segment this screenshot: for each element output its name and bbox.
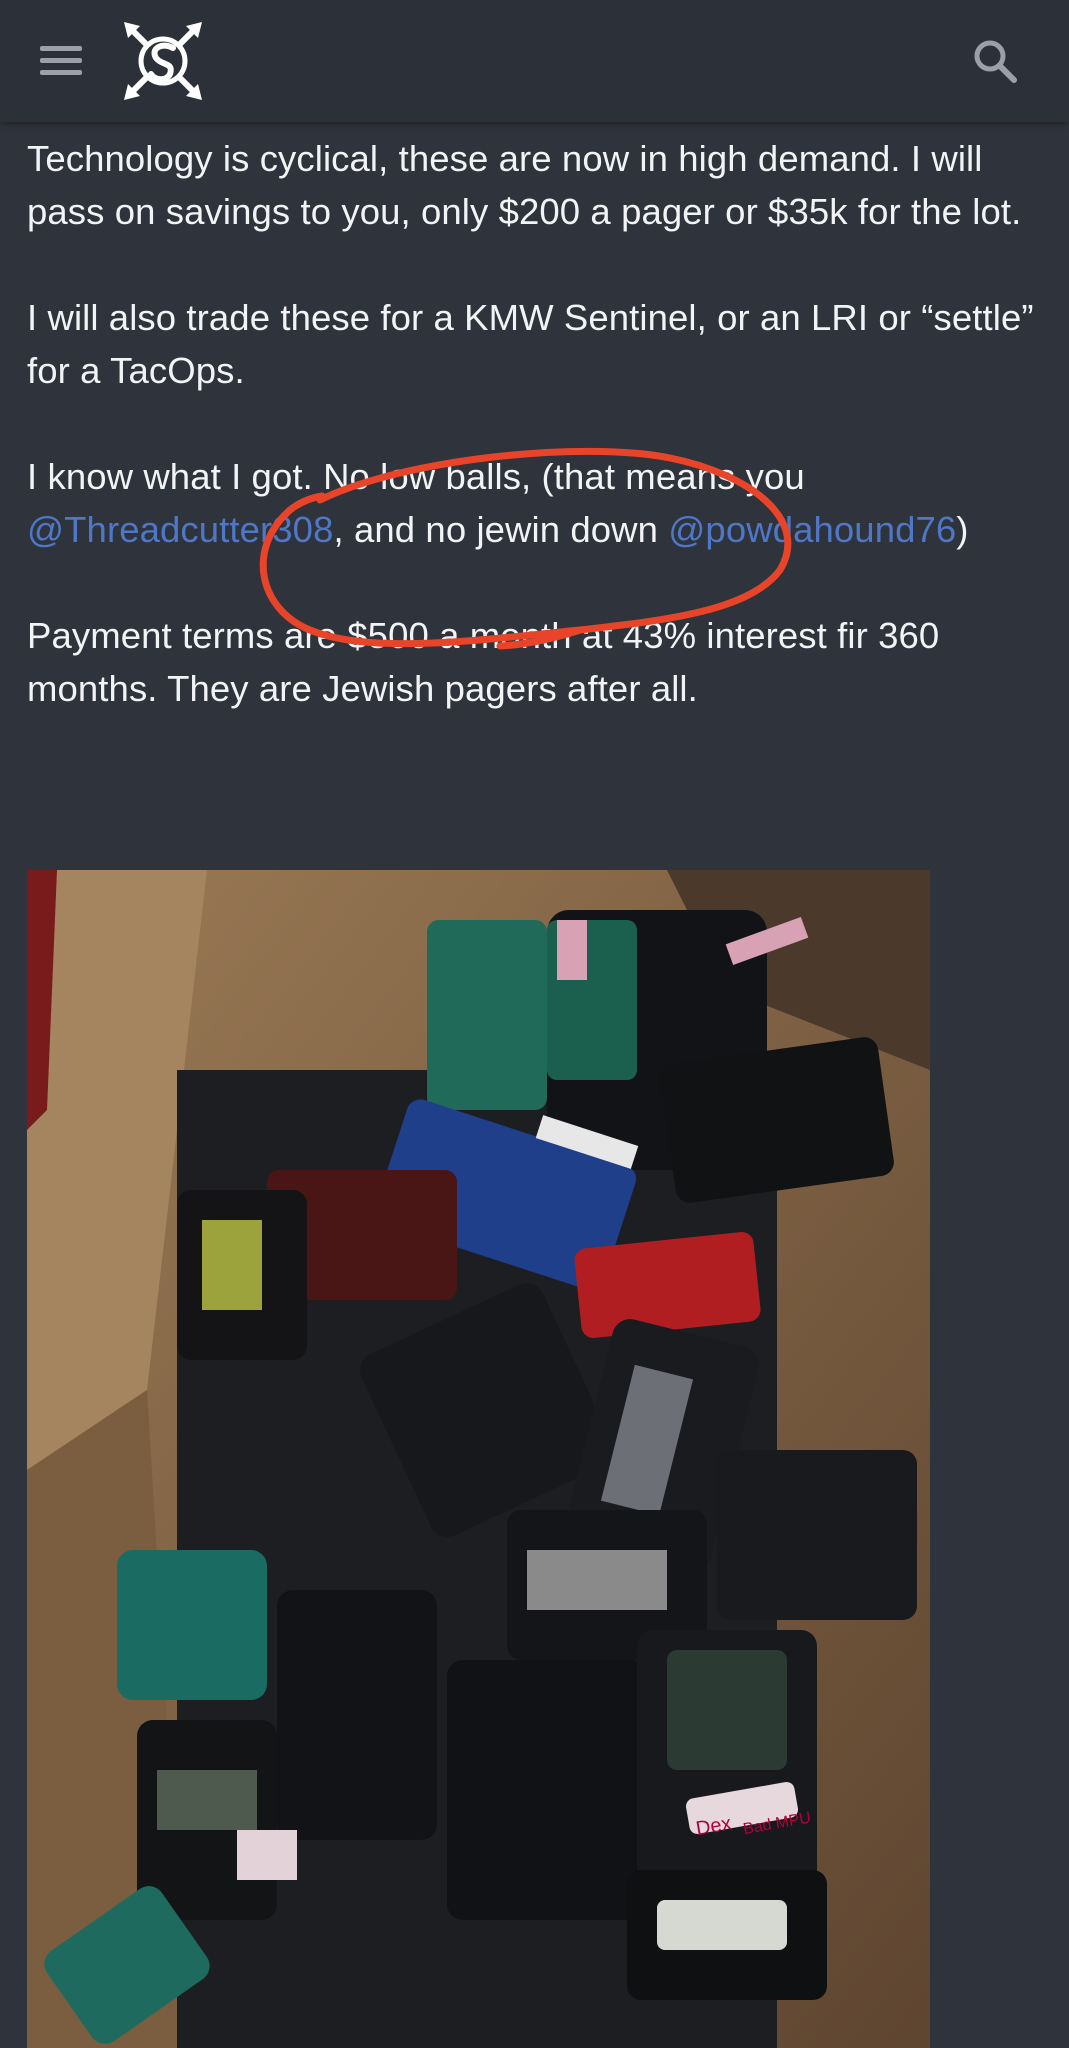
post-text: ) bbox=[956, 509, 969, 550]
post-paragraph-2: I will also trade these for a KMW Sentin… bbox=[27, 297, 1034, 391]
post-paragraph-4: Payment terms are $500 a month at 43% in… bbox=[27, 615, 940, 709]
search-icon[interactable] bbox=[970, 36, 1020, 86]
post-paragraph-3: I know what I got. No low balls, (that m… bbox=[27, 450, 1047, 556]
post-paragraph-1: Technology is cyclical, these are now in… bbox=[27, 138, 1022, 232]
pagers-photo-illustration: Dex Bad MPU bbox=[27, 870, 930, 2048]
hamburger-menu-icon[interactable] bbox=[40, 46, 82, 78]
page: Technology is cyclical, these are now in… bbox=[0, 0, 1069, 2048]
user-mention-link[interactable]: @Threadcutter308 bbox=[27, 509, 334, 550]
post-text: , and no jewin down bbox=[333, 509, 669, 550]
post-image-pagers-in-box[interactable]: Dex Bad MPU bbox=[27, 870, 930, 2048]
post-body: Technology is cyclical, these are now in… bbox=[27, 132, 1047, 768]
post-text: I know what I got. No low balls, (that m… bbox=[27, 456, 805, 497]
top-navigation-bar bbox=[0, 0, 1069, 122]
site-logo-icon[interactable] bbox=[118, 18, 208, 104]
user-mention-link[interactable]: @powdahound76 bbox=[668, 509, 956, 550]
